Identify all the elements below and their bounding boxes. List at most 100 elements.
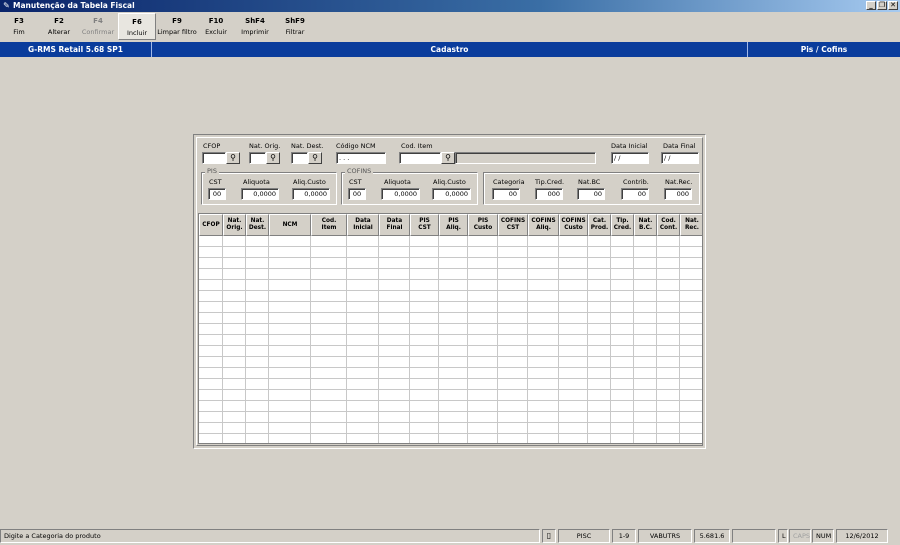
column-header[interactable]: PIS Aliq. bbox=[439, 214, 468, 236]
table-cell[interactable] bbox=[657, 423, 680, 434]
table-cell[interactable] bbox=[439, 302, 468, 313]
table-cell[interactable] bbox=[410, 269, 439, 280]
table-cell[interactable] bbox=[498, 258, 528, 269]
table-cell[interactable] bbox=[311, 379, 347, 390]
date-start-input[interactable]: / / bbox=[611, 152, 649, 164]
table-cell[interactable] bbox=[468, 423, 498, 434]
table-cell[interactable] bbox=[246, 280, 269, 291]
table-cell[interactable] bbox=[611, 423, 634, 434]
column-header[interactable]: Nat. Orig. bbox=[223, 214, 246, 236]
table-cell[interactable] bbox=[439, 335, 468, 346]
table-cell[interactable] bbox=[611, 247, 634, 258]
table-cell[interactable] bbox=[439, 423, 468, 434]
table-cell[interactable] bbox=[559, 247, 588, 258]
imprimir-button[interactable]: ShF4 Imprimir bbox=[238, 13, 272, 40]
column-header[interactable]: Tip. Cred. bbox=[611, 214, 634, 236]
tipcred-input[interactable]: 000 bbox=[535, 188, 563, 200]
table-cell[interactable] bbox=[634, 313, 657, 324]
table-cell[interactable] bbox=[246, 302, 269, 313]
minimize-button[interactable]: _ bbox=[866, 1, 876, 10]
table-cell[interactable] bbox=[199, 258, 223, 269]
table-cell[interactable] bbox=[347, 335, 379, 346]
categoria-input[interactable]: 00 bbox=[492, 188, 520, 200]
table-cell[interactable] bbox=[611, 401, 634, 412]
table-cell[interactable] bbox=[410, 423, 439, 434]
table-cell[interactable] bbox=[680, 390, 702, 401]
table-cell[interactable] bbox=[439, 390, 468, 401]
table-cell[interactable] bbox=[559, 335, 588, 346]
date-end-input[interactable]: / / bbox=[661, 152, 699, 164]
table-cell[interactable] bbox=[311, 247, 347, 258]
incluir-button[interactable]: F6 Incluir bbox=[118, 13, 156, 40]
table-cell[interactable] bbox=[379, 434, 410, 443]
table-cell[interactable] bbox=[657, 357, 680, 368]
table-cell[interactable] bbox=[311, 302, 347, 313]
table-cell[interactable] bbox=[680, 324, 702, 335]
table-cell[interactable] bbox=[311, 412, 347, 423]
table-cell[interactable] bbox=[410, 313, 439, 324]
table-cell[interactable] bbox=[559, 324, 588, 335]
item-input[interactable] bbox=[399, 152, 441, 164]
table-cell[interactable] bbox=[269, 236, 311, 247]
table-cell[interactable] bbox=[680, 280, 702, 291]
table-cell[interactable] bbox=[657, 247, 680, 258]
table-cell[interactable] bbox=[559, 269, 588, 280]
table-cell[interactable] bbox=[199, 247, 223, 258]
cofins-cst-input[interactable]: 00 bbox=[348, 188, 366, 200]
table-cell[interactable] bbox=[199, 269, 223, 280]
table-cell[interactable] bbox=[528, 258, 559, 269]
table-cell[interactable] bbox=[439, 434, 468, 443]
table-cell[interactable] bbox=[311, 401, 347, 412]
table-cell[interactable] bbox=[680, 434, 702, 443]
table-cell[interactable] bbox=[528, 412, 559, 423]
natrec-input[interactable]: 000 bbox=[664, 188, 692, 200]
table-cell[interactable] bbox=[379, 390, 410, 401]
table-cell[interactable] bbox=[379, 258, 410, 269]
table-cell[interactable] bbox=[311, 280, 347, 291]
table-cell[interactable] bbox=[611, 236, 634, 247]
table-cell[interactable] bbox=[498, 401, 528, 412]
table-cell[interactable] bbox=[611, 368, 634, 379]
table-cell[interactable] bbox=[634, 401, 657, 412]
table-cell[interactable] bbox=[347, 302, 379, 313]
table-cell[interactable] bbox=[528, 302, 559, 313]
table-cell[interactable] bbox=[379, 423, 410, 434]
table-cell[interactable] bbox=[246, 269, 269, 280]
table-cell[interactable] bbox=[223, 324, 246, 335]
table-cell[interactable] bbox=[468, 368, 498, 379]
table-cell[interactable] bbox=[223, 346, 246, 357]
table-cell[interactable] bbox=[246, 379, 269, 390]
table-cell[interactable] bbox=[199, 379, 223, 390]
contrib-input[interactable]: 00 bbox=[621, 188, 649, 200]
table-cell[interactable] bbox=[559, 368, 588, 379]
table-cell[interactable] bbox=[311, 423, 347, 434]
table-cell[interactable] bbox=[223, 269, 246, 280]
table-cell[interactable] bbox=[246, 324, 269, 335]
table-row[interactable] bbox=[199, 390, 702, 401]
table-cell[interactable] bbox=[439, 401, 468, 412]
table-cell[interactable] bbox=[634, 335, 657, 346]
table-cell[interactable] bbox=[528, 434, 559, 443]
table-cell[interactable] bbox=[468, 269, 498, 280]
column-header[interactable]: Cod. Cont. bbox=[657, 214, 680, 236]
table-cell[interactable] bbox=[559, 313, 588, 324]
table-cell[interactable] bbox=[199, 423, 223, 434]
table-cell[interactable] bbox=[588, 335, 611, 346]
table-cell[interactable] bbox=[311, 434, 347, 443]
table-cell[interactable] bbox=[269, 258, 311, 269]
table-row[interactable] bbox=[199, 368, 702, 379]
table-row[interactable] bbox=[199, 379, 702, 390]
table-cell[interactable] bbox=[347, 236, 379, 247]
table-cell[interactable] bbox=[498, 280, 528, 291]
table-cell[interactable] bbox=[588, 379, 611, 390]
table-row[interactable] bbox=[199, 313, 702, 324]
table-cell[interactable] bbox=[680, 291, 702, 302]
table-cell[interactable] bbox=[680, 269, 702, 280]
cofins-aliq-input[interactable]: 0,0000 bbox=[381, 188, 420, 200]
table-cell[interactable] bbox=[559, 280, 588, 291]
table-cell[interactable] bbox=[223, 390, 246, 401]
column-header[interactable]: PIS Custo bbox=[468, 214, 498, 236]
table-cell[interactable] bbox=[379, 324, 410, 335]
table-cell[interactable] bbox=[680, 302, 702, 313]
table-cell[interactable] bbox=[379, 401, 410, 412]
